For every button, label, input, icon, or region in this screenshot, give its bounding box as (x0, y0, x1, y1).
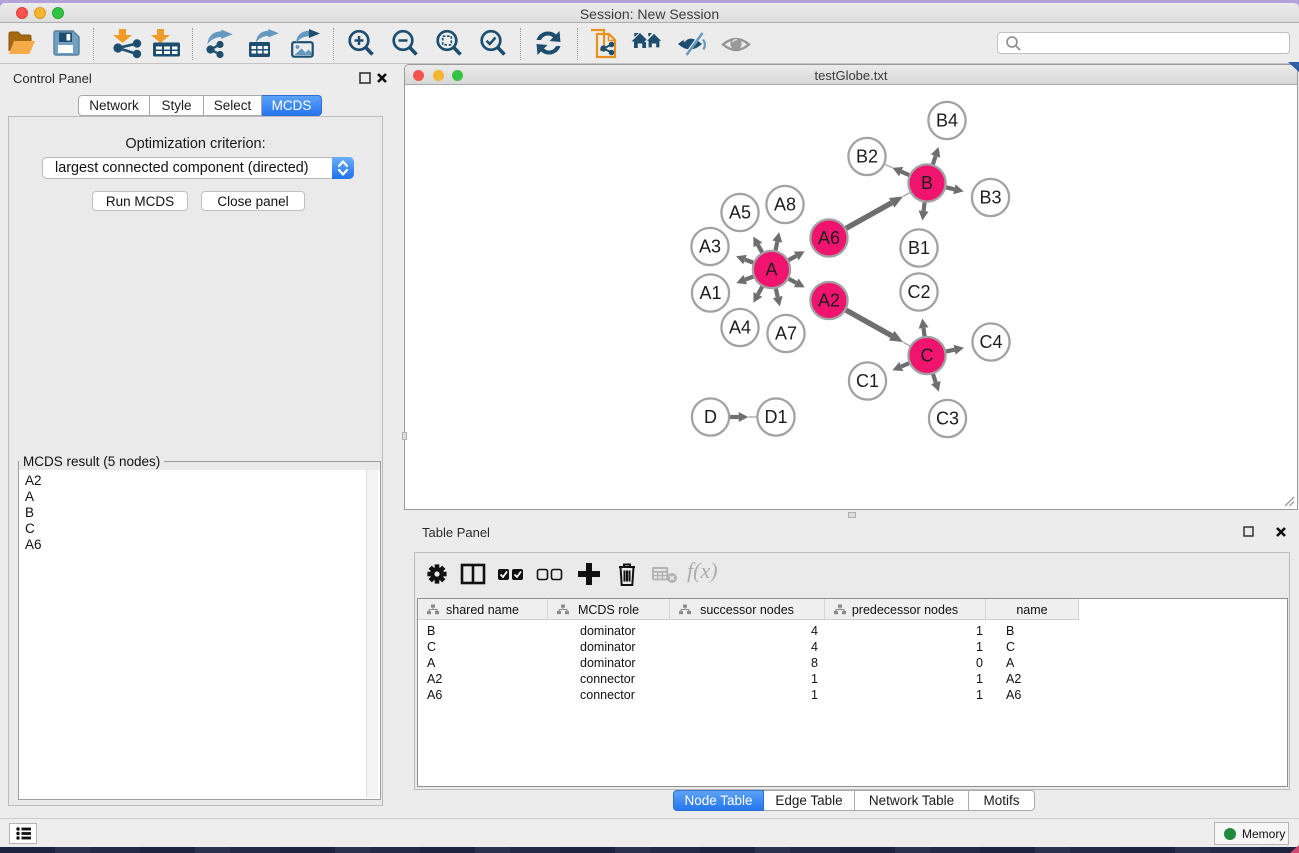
svg-text:A3: A3 (699, 237, 721, 257)
svg-text:B: B (921, 173, 933, 193)
svg-text:A5: A5 (729, 203, 751, 223)
svg-text:A2: A2 (818, 291, 840, 311)
svg-text:B4: B4 (936, 111, 958, 131)
svg-text:A: A (765, 260, 777, 280)
svg-text:C3: C3 (936, 409, 959, 429)
svg-text:A1: A1 (699, 283, 721, 303)
svg-text:B1: B1 (908, 238, 930, 258)
svg-text:C: C (921, 346, 934, 366)
svg-text:D1: D1 (764, 407, 787, 427)
svg-text:A8: A8 (774, 195, 796, 215)
svg-text:B3: B3 (979, 188, 1001, 208)
svg-text:A7: A7 (775, 324, 797, 344)
svg-text:C2: C2 (907, 282, 930, 302)
svg-text:C4: C4 (979, 332, 1002, 352)
svg-text:A6: A6 (818, 228, 840, 248)
svg-text:B2: B2 (856, 147, 878, 167)
svg-text:A4: A4 (729, 318, 751, 338)
svg-text:D: D (704, 407, 717, 427)
svg-text:C1: C1 (856, 371, 879, 391)
